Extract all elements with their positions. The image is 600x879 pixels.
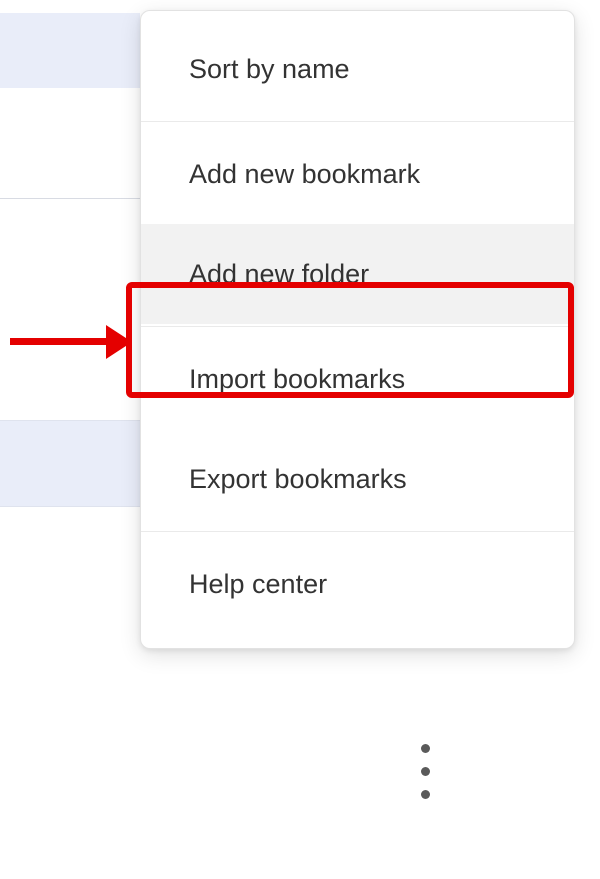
- menu-item-import-bookmarks[interactable]: Import bookmarks: [141, 329, 574, 429]
- menu-item-label: Help center: [189, 569, 327, 600]
- bookmarks-context-menu: Sort by name Add new bookmark Add new fo…: [140, 10, 575, 649]
- menu-item-help-center[interactable]: Help center: [141, 534, 574, 634]
- menu-item-add-new-folder[interactable]: Add new folder: [141, 224, 574, 324]
- menu-item-export-bookmarks[interactable]: Export bookmarks: [141, 429, 574, 529]
- menu-item-label: Add new folder: [189, 259, 369, 290]
- menu-separator: [141, 531, 574, 532]
- menu-separator: [141, 121, 574, 122]
- menu-item-label: Import bookmarks: [189, 364, 405, 395]
- background-highlight-top: [0, 13, 140, 88]
- menu-item-label: Add new bookmark: [189, 159, 420, 190]
- menu-item-label: Sort by name: [189, 54, 350, 85]
- background-highlight-mid: [0, 420, 140, 507]
- menu-item-sort-by-name[interactable]: Sort by name: [141, 19, 574, 119]
- menu-separator: [141, 326, 574, 327]
- menu-item-label: Export bookmarks: [189, 464, 407, 495]
- annotation-arrow-icon: [10, 331, 130, 351]
- menu-item-add-new-bookmark[interactable]: Add new bookmark: [141, 124, 574, 224]
- more-options-icon[interactable]: [410, 744, 440, 799]
- background-divider: [0, 198, 140, 199]
